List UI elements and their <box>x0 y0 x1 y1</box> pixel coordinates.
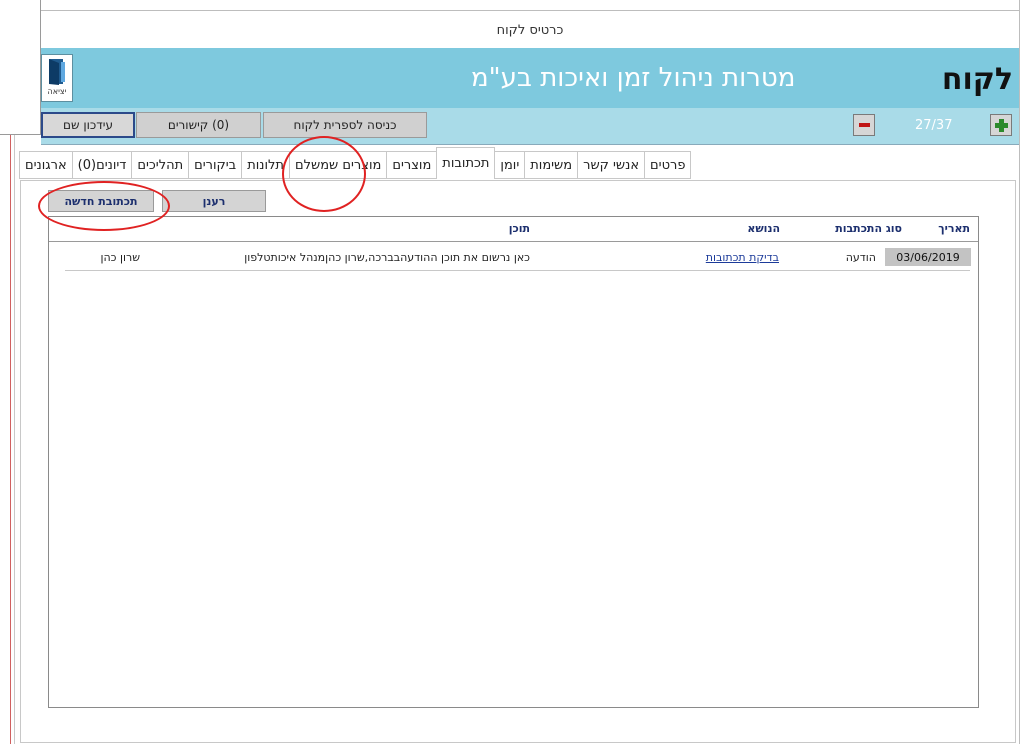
add-record-button[interactable] <box>990 114 1012 136</box>
plus-icon <box>994 118 1008 132</box>
column-header-subject[interactable]: הנושא <box>747 222 780 235</box>
tab-contacts[interactable]: אנשי קשר <box>577 151 646 179</box>
window-right-border <box>1019 0 1020 744</box>
client-library-button[interactable]: כניסה לספרית לקוח <box>263 112 427 138</box>
column-header-date[interactable]: תאריך <box>938 222 970 235</box>
tab-details[interactable]: פרטים <box>644 151 692 179</box>
row-type: הודעה <box>845 251 876 264</box>
tab-diary[interactable]: יומן <box>494 151 526 179</box>
refresh-button[interactable]: רענן <box>162 190 266 212</box>
row-author: שרון כהן <box>100 251 141 264</box>
delete-record-button[interactable] <box>853 114 875 136</box>
tab-bar: ארגונים דיונים(0) תהליכים ביקורים תלונות… <box>19 147 863 181</box>
tab-paid-products[interactable]: מוצרים שמשלם <box>288 151 388 179</box>
window-left-border <box>10 132 11 744</box>
update-name-button[interactable]: עידכון שם <box>41 112 135 138</box>
grid-header: תאריך סוג התכתבות הנושא תוכן <box>49 217 978 242</box>
column-header-type[interactable]: סוג התכתבות <box>835 222 902 235</box>
column-header-content[interactable]: תוכן <box>509 222 530 235</box>
tab-tasks[interactable]: משימות <box>524 151 579 179</box>
tab-complaints[interactable]: תלונות <box>241 151 290 179</box>
row-content: כאן נרשום את תוכן ההודעהבברכה,שרון כהןמנ… <box>244 251 530 264</box>
tab-discussions[interactable]: דיונים(0) <box>71 151 133 179</box>
tab-correspondence[interactable]: תכתובות <box>436 147 496 179</box>
tab-processes[interactable]: תהליכים <box>131 151 190 179</box>
toolbar: עידכון שם (0) קישורים כניסה לספרית לקוח … <box>41 108 1019 145</box>
overlapping-popup <box>0 0 41 135</box>
correspondence-grid: תאריך סוג התכתבות הנושא תוכן 03/06/2019 … <box>48 216 979 708</box>
links-button[interactable]: (0) קישורים <box>136 112 261 138</box>
row-date: 03/06/2019 <box>885 248 971 266</box>
company-name: מטרות ניהול זמן ואיכות בע"מ <box>471 63 796 93</box>
row-divider <box>65 270 970 271</box>
door-exit-icon <box>49 59 65 85</box>
tab-products[interactable]: מוצרים <box>386 151 438 179</box>
minus-icon <box>858 123 870 127</box>
tab-organizations[interactable]: ארגונים <box>19 151 73 179</box>
window-left-inner-border <box>14 132 15 744</box>
tab-visits[interactable]: ביקורים <box>188 151 243 179</box>
new-correspondence-button[interactable]: תכתובת חדשה <box>48 190 154 212</box>
header-band: יציאה מטרות ניהול זמן ואיכות בע"מ לקוח <box>41 48 1019 108</box>
record-counter: 27/37 <box>915 118 953 133</box>
screen-title: לקוח <box>941 62 1013 97</box>
exit-label: יציאה <box>47 87 67 96</box>
exit-button[interactable]: יציאה <box>41 54 73 102</box>
row-subject-link[interactable]: בדיקת תכתובות <box>706 251 779 264</box>
window-title: כרטיס לקוח <box>41 10 1019 49</box>
